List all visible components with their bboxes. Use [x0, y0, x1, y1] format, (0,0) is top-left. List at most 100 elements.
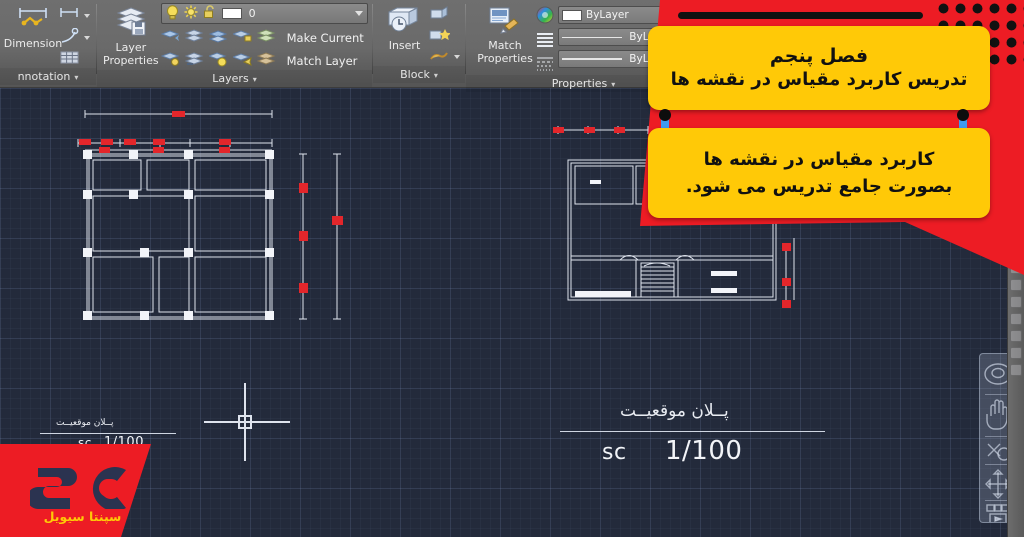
dimension-style-icon[interactable] [58, 6, 80, 25]
toolbar-icon[interactable] [1010, 194, 1022, 206]
left-plan-rule [40, 433, 176, 434]
object-color-combo[interactable]: ByLayer [558, 6, 676, 24]
sun-icon[interactable] [184, 5, 198, 22]
toolbar-icon[interactable] [1010, 279, 1022, 291]
toolbar-icon[interactable] [1010, 347, 1022, 359]
match-layer-label[interactable]: Match Layer [287, 54, 358, 68]
toolbar-icon[interactable] [1010, 364, 1022, 376]
match-properties-label-1: Match [488, 39, 522, 52]
insert-button[interactable]: Insert [379, 3, 430, 51]
edit-attribute-flyout-icon[interactable] [454, 55, 460, 59]
layer-turn-on-icon[interactable] [207, 51, 228, 70]
color-wheel-icon[interactable] [536, 6, 554, 27]
layer-unisolate-icon[interactable] [160, 51, 180, 70]
right-floor-plan[interactable] [548, 108, 818, 338]
edit-attribute-icon[interactable] [428, 48, 450, 66]
layer-freeze-icon[interactable] [184, 28, 204, 47]
match-properties-icon [485, 5, 525, 38]
match-properties-button[interactable]: Match Properties [474, 3, 536, 64]
object-lineweight-value: ByLayer [629, 53, 672, 65]
panel-layers[interactable]: Layer Properties 0 Make Current Match La… [97, 0, 372, 87]
toolbar-icon[interactable] [1010, 92, 1022, 104]
panel-label-properties[interactable]: Properties ▾ [466, 75, 701, 92]
match-properties-label-2: Properties [477, 52, 533, 65]
toolbar-icon[interactable] [1010, 313, 1022, 325]
current-layer-name: 0 [248, 7, 256, 20]
table-icon[interactable] [58, 50, 80, 68]
unlock-icon[interactable] [203, 5, 217, 22]
lineweight-preview [562, 58, 623, 60]
layer-color-swatch[interactable] [221, 8, 242, 19]
make-current-label[interactable]: Make Current [287, 31, 364, 45]
panel-label-properties-text: Properties [551, 77, 608, 90]
make-current-icon[interactable] [256, 28, 276, 47]
layer-isolate-icon[interactable] [160, 28, 180, 47]
toolbar-icon[interactable] [1010, 109, 1022, 121]
panel-label-annotation-text: nnotation [17, 70, 71, 83]
toolbar-icon[interactable] [1010, 177, 1022, 189]
chevron-down-icon[interactable] [354, 11, 363, 16]
panel-label-annotation[interactable]: nnotation ▾ [0, 68, 96, 85]
right-plan-scale-value: 1/100 [665, 436, 743, 466]
layer-off-icon[interactable] [208, 28, 228, 47]
lightbulb-icon[interactable] [166, 4, 179, 23]
panel-label-layers[interactable]: Layers ▾ [97, 70, 372, 87]
dimension-style-flyout-icon[interactable] [84, 13, 90, 18]
chevron-down-icon[interactable]: ▾ [434, 71, 438, 80]
layer-properties-icon [111, 5, 151, 40]
layer-thaw-icon[interactable] [184, 51, 204, 70]
layer-lock-icon[interactable] [231, 28, 252, 47]
object-color-swatch [562, 9, 582, 21]
toolbar-icon[interactable] [1010, 296, 1022, 308]
panel-label-block-text: Block [400, 68, 430, 81]
object-color-value: ByLayer [586, 9, 629, 21]
object-lineweight-combo[interactable]: ByLayer [558, 50, 676, 68]
toolbar-icon[interactable] [1010, 160, 1022, 172]
edit-block-icon[interactable] [428, 6, 450, 24]
layer-properties-label-2: Properties [103, 54, 159, 67]
match-layer-icon[interactable] [256, 51, 276, 70]
leader-flyout-icon[interactable] [84, 35, 90, 40]
drawing-canvas[interactable]: پــلان موقعيــت sc 1/100 پــلان موقعيــت… [0, 88, 1024, 537]
toolbar-icon[interactable] [1010, 143, 1022, 155]
right-toolbar-strip[interactable] [1007, 88, 1024, 537]
left-plan-scale-prefix: sc [78, 436, 92, 450]
ribbon[interactable]: Dimension nnotation ▾ Layer Properties 0… [0, 0, 1024, 92]
panel-label-block[interactable]: Block ▾ [373, 66, 465, 83]
left-plan-scale-value: 1/100 [104, 435, 144, 450]
toolbar-icon[interactable] [1010, 126, 1022, 138]
panel-label-layers-text: Layers [212, 72, 249, 85]
toolbar-icon[interactable] [1010, 211, 1022, 223]
object-linetype-combo[interactable]: ByLayer [558, 28, 676, 46]
toolbar-icon[interactable] [1010, 228, 1022, 240]
toolbar-icon[interactable] [1010, 262, 1022, 274]
selection-grips [83, 150, 274, 320]
panel-annotation[interactable]: Dimension nnotation ▾ [0, 0, 96, 85]
dimension-icon [16, 5, 50, 36]
layer-unlock-icon[interactable] [231, 51, 252, 70]
toolbar-icon[interactable] [1010, 330, 1022, 342]
layer-selector-combo[interactable]: 0 [160, 3, 368, 24]
toolbar-icon[interactable] [1010, 245, 1022, 257]
chevron-down-icon[interactable]: ▾ [253, 75, 257, 84]
leader-icon[interactable] [58, 27, 80, 47]
dimension-button[interactable]: Dimension [2, 3, 64, 49]
layer-tools-row-1[interactable]: Make Current [160, 28, 368, 47]
right-plan-scale-prefix: sc [602, 440, 627, 465]
panel-properties[interactable]: Match Properties ByLayer ByLayer ByLayer… [466, 0, 701, 92]
layer-tools-row-2[interactable]: Match Layer [160, 51, 368, 70]
lineweight-icon[interactable] [536, 56, 554, 75]
chevron-down-icon[interactable]: ▾ [74, 73, 78, 82]
panel-block[interactable]: Insert Block ▾ [373, 0, 465, 83]
screen-root: پــلان موقعيــت sc 1/100 پــلان موقعيــت… [0, 0, 1024, 537]
linetype-icon[interactable] [536, 32, 554, 51]
right-plan-rule [560, 431, 825, 432]
create-block-icon[interactable] [428, 27, 451, 45]
right-plan-title: پــلان موقعيــت [620, 401, 729, 421]
insert-label: Insert [388, 39, 421, 52]
left-floor-plan[interactable] [60, 106, 400, 346]
left-plan-title: پــلان موقعيــت [56, 418, 114, 428]
layer-properties-button[interactable]: Layer Properties [103, 3, 159, 66]
chevron-down-icon[interactable]: ▾ [611, 80, 615, 89]
dimension-label: Dimension [3, 37, 63, 50]
